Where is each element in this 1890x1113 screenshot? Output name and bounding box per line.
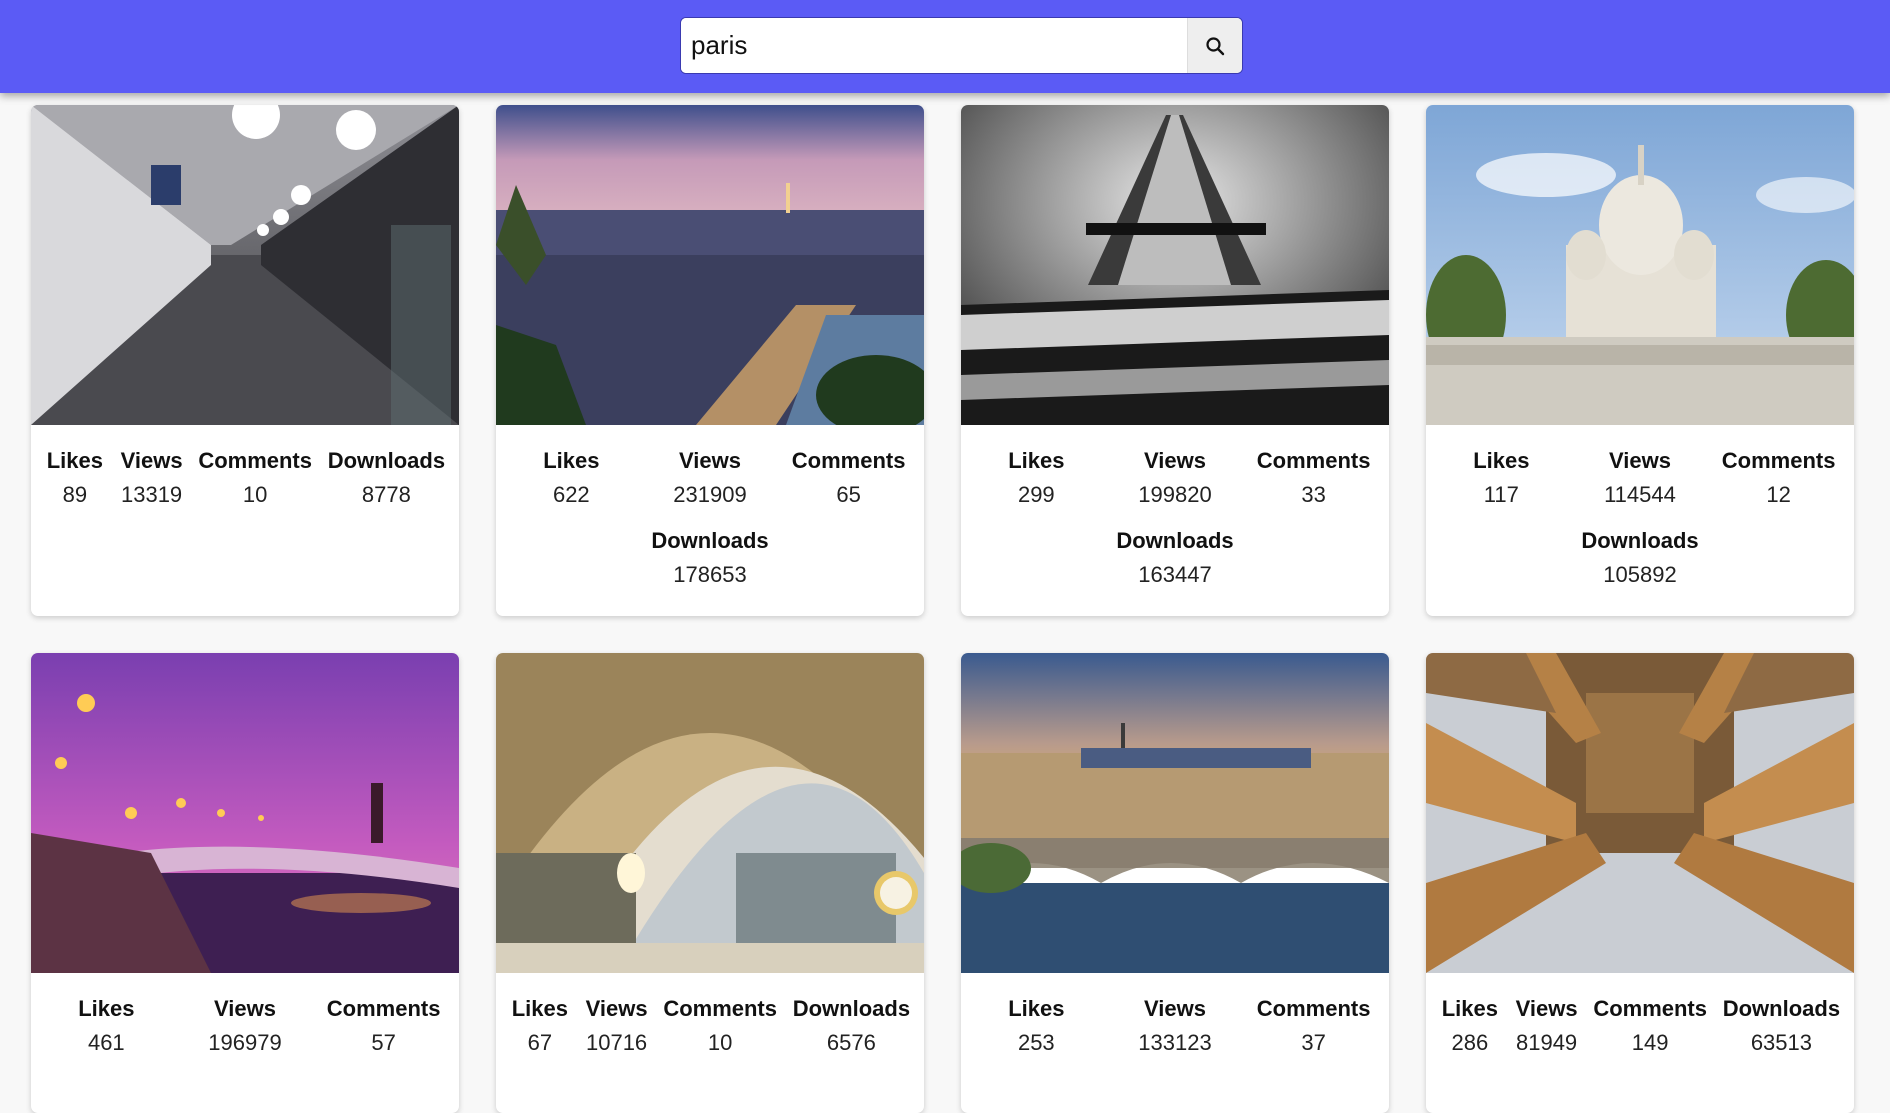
views-count: 114544 <box>1604 482 1676 507</box>
views-label: Views <box>585 996 648 1021</box>
downloads-count: 163447 <box>1138 562 1212 587</box>
views-count: 199820 <box>1138 482 1212 507</box>
card-photo[interactable] <box>1426 653 1854 973</box>
downloads-count: 6576 <box>826 1030 876 1055</box>
comments-count: 37 <box>1301 1030 1326 1055</box>
downloads-label: Downloads <box>651 528 769 553</box>
likes-count: 67 <box>527 1030 553 1055</box>
views-label: Views <box>1608 448 1671 473</box>
views-label: Views <box>1515 996 1578 1021</box>
search-button[interactable] <box>1187 18 1242 73</box>
image-card[interactable]: Likes 67 Views 10716 Comments 10 Downloads 6… <box>496 653 924 1113</box>
likes-label: Likes <box>1473 448 1530 473</box>
comments-count: 12 <box>1766 482 1791 507</box>
comments-label: Comments <box>198 448 312 473</box>
likes-label: Likes <box>78 996 135 1021</box>
comments-label: Comments <box>663 996 777 1021</box>
card-photo[interactable] <box>496 653 924 973</box>
card-photo[interactable] <box>31 653 459 973</box>
likes-label: Likes <box>511 996 568 1021</box>
top-bar <box>0 0 1890 93</box>
card-photo[interactable] <box>961 653 1389 973</box>
image-grid: Likes 89 Views 13319 Comments 10 Downloads 8… <box>31 105 1854 1113</box>
views-label: Views <box>213 996 276 1021</box>
comments-label: Comments <box>1256 996 1371 1021</box>
downloads-count: 63513 <box>1750 1030 1812 1055</box>
likes-count: 461 <box>87 1030 125 1055</box>
search-icon <box>1206 36 1225 55</box>
image-card[interactable]: Likes 286 Views 81949 Comments 149 Download… <box>1426 653 1854 1113</box>
image-card[interactable]: Likes 299 Views 199820 Comments 33 Download… <box>961 105 1389 616</box>
likes-label: Likes <box>46 448 103 473</box>
downloads-label: Downloads <box>327 448 446 473</box>
search-input[interactable] <box>681 18 1187 73</box>
likes-count: 117 <box>1483 482 1519 507</box>
likes-count: 299 <box>1017 482 1055 507</box>
likes-count: 286 <box>1451 1030 1489 1055</box>
card-photo[interactable] <box>31 105 459 425</box>
likes-count: 253 <box>1017 1030 1055 1055</box>
views-count: 13319 <box>120 482 183 507</box>
card-photo[interactable] <box>1426 105 1854 425</box>
comments-count: 149 <box>1631 1030 1669 1055</box>
downloads-count: 178653 <box>673 562 747 587</box>
views-count: 196979 <box>208 1030 282 1055</box>
likes-count: 622 <box>552 482 590 507</box>
comments-count: 10 <box>707 1030 733 1055</box>
likes-count: 89 <box>62 482 88 507</box>
views-count: 231909 <box>673 482 747 507</box>
image-card[interactable]: Likes 89 Views 13319 Comments 10 Downloads 8… <box>31 105 459 616</box>
comments-count: 10 <box>242 482 268 507</box>
image-card[interactable]: Likes 253 Views 133123 Comments 37 <box>961 653 1389 1113</box>
comments-label: Comments <box>1256 448 1371 473</box>
downloads-count: 105892 <box>1603 562 1677 587</box>
views-label: Views <box>1143 448 1206 473</box>
likes-label: Likes <box>1008 996 1065 1021</box>
views-count: 133123 <box>1138 1030 1212 1055</box>
views-label: Views <box>678 448 741 473</box>
views-label: Views <box>120 448 183 473</box>
comments-label: Comments <box>791 448 906 473</box>
card-photo[interactable] <box>961 105 1389 425</box>
likes-label: Likes <box>543 448 600 473</box>
views-label: Views <box>1143 996 1206 1021</box>
downloads-label: Downloads <box>1581 528 1699 553</box>
likes-label: Likes <box>1008 448 1065 473</box>
comments-count: 33 <box>1301 482 1326 507</box>
card-photo[interactable] <box>496 105 924 425</box>
image-card[interactable]: Likes 117 Views 114544 Comments 12 Download… <box>1426 105 1854 616</box>
comments-label: Comments <box>326 996 441 1021</box>
comments-count: 57 <box>371 1030 396 1055</box>
image-card[interactable]: Likes 461 Views 196979 Comments 57 <box>31 653 459 1113</box>
comments-count: 65 <box>836 482 861 507</box>
downloads-label: Downloads <box>1116 528 1234 553</box>
views-count: 10716 <box>585 1030 648 1055</box>
image-card[interactable]: Likes 622 Views 231909 Comments 65 Download… <box>496 105 924 616</box>
views-count: 81949 <box>1515 1030 1578 1055</box>
downloads-label: Downloads <box>792 996 911 1021</box>
downloads-count: 8778 <box>361 482 411 507</box>
comments-label: Comments <box>1721 448 1836 473</box>
likes-label: Likes <box>1441 996 1498 1021</box>
search-box <box>680 17 1243 74</box>
comments-label: Comments <box>1593 996 1707 1021</box>
downloads-label: Downloads <box>1722 996 1841 1021</box>
